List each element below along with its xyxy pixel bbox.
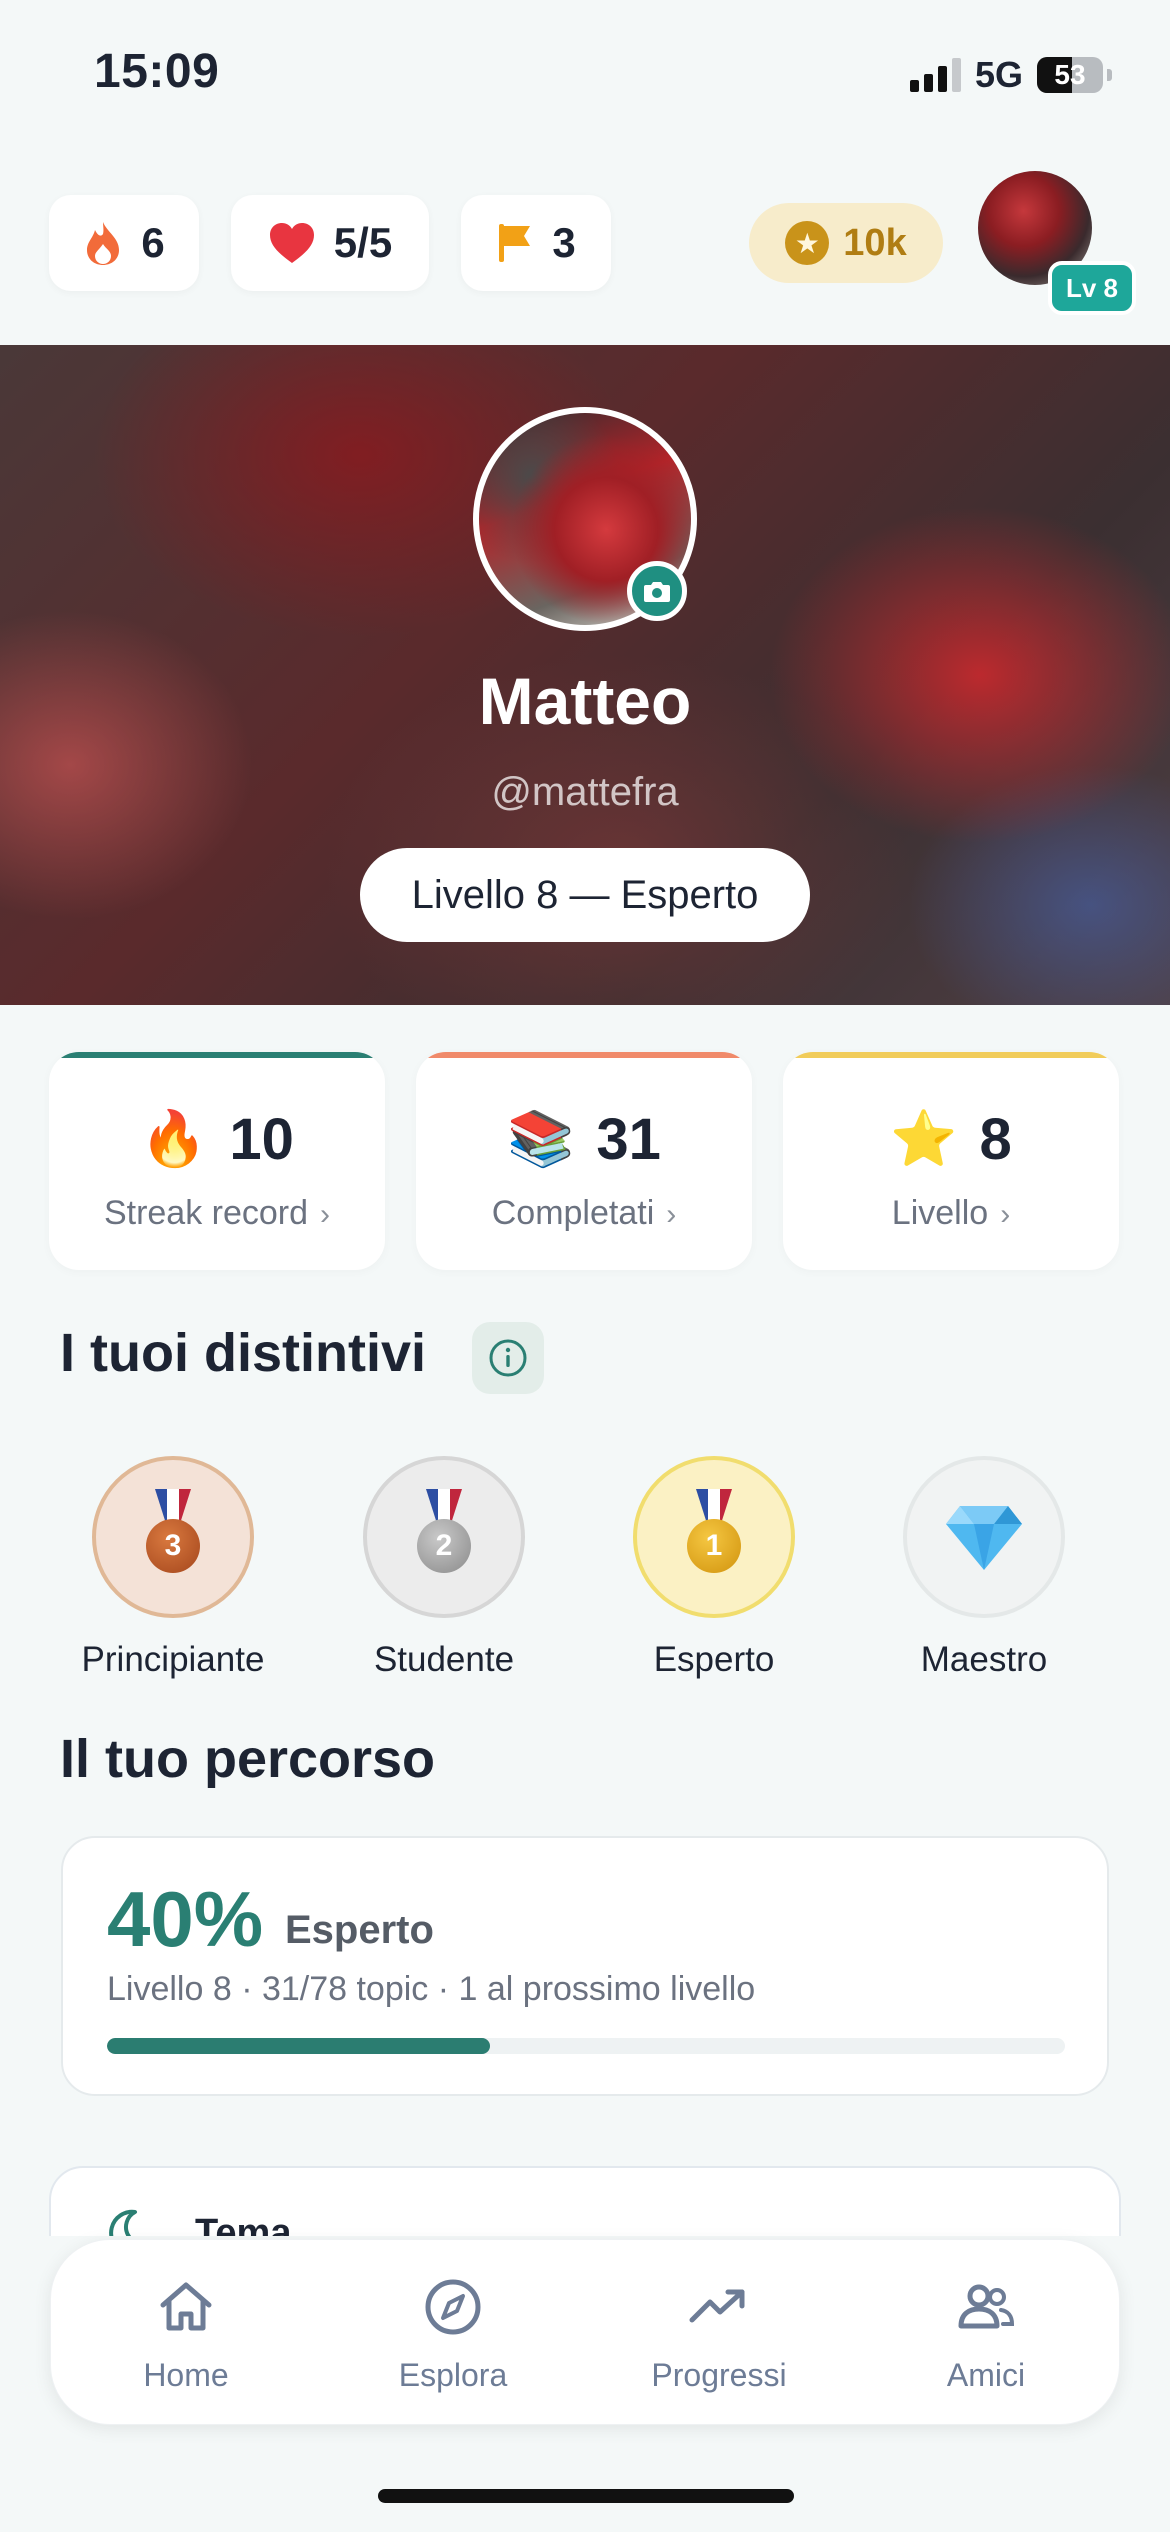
level-value: 8 [979, 1107, 1012, 1172]
status-time: 15:09 [94, 45, 220, 98]
hearts-chip[interactable]: 5/5 [231, 195, 429, 291]
level-badge: Lv 8 [1048, 261, 1136, 315]
cellular-signal-icon [909, 58, 961, 92]
card-label-row: Completati › [416, 1194, 752, 1233]
tab-label: Home [143, 2357, 229, 2393]
gold-medal-icon: 1 [679, 1489, 749, 1585]
profile-name: Matteo [478, 664, 692, 738]
journey-progress-fill [107, 2038, 491, 2054]
streak-chip[interactable]: 6 [49, 195, 199, 291]
bottom-tab-bar: Home Esplora Progressi Amici [50, 2239, 1120, 2425]
chevron-right-icon: › [666, 1198, 677, 1231]
level-card[interactable]: ⭐ 8 Livello › [783, 1052, 1119, 1270]
completed-label: Completati [491, 1194, 655, 1232]
flags-count: 3 [552, 219, 576, 266]
streak-record-label: Streak record [103, 1194, 309, 1232]
battery-percent: 53 [1054, 59, 1086, 90]
tab-esplora[interactable]: Esplora [343, 2276, 563, 2394]
home-icon [160, 2282, 212, 2331]
streak-record-card[interactable]: 🔥 10 Streak record › [49, 1052, 385, 1270]
chevron-right-icon: › [320, 1198, 331, 1231]
medal-number: 2 [417, 1519, 471, 1573]
books-icon: 📚 [507, 1109, 575, 1169]
medal-number: 1 [687, 1519, 741, 1573]
trend-up-icon [689, 2289, 745, 2323]
tab-home[interactable]: Home [76, 2276, 296, 2394]
camera-icon [644, 582, 670, 602]
network-type: 5G [974, 54, 1023, 95]
profile-header: Matteo @mattefra Livello 8 — Esperto [0, 345, 1170, 1005]
battery-icon: 53 [1037, 57, 1103, 93]
tab-progressi[interactable]: Progressi [609, 2276, 829, 2394]
flame-icon [87, 222, 120, 265]
profile-handle: @mattefra [491, 770, 679, 814]
badge-name: Esperto [653, 1640, 775, 1679]
badge-name: Studente [373, 1640, 515, 1679]
coins-pill[interactable]: ★ 10k [749, 203, 943, 283]
level-pill: Livello 8 — Esperto [360, 848, 810, 942]
home-indicator[interactable] [378, 2489, 794, 2503]
card-accent [416, 1052, 752, 1058]
badge-circle: 3 [92, 1456, 254, 1618]
heart-icon [269, 223, 314, 263]
completed-value: 31 [596, 1107, 661, 1172]
streak-count: 6 [141, 219, 165, 266]
badge-circle [903, 1456, 1065, 1618]
card-label-row: Livello › [783, 1194, 1119, 1233]
badge-esperto[interactable]: 1 Esperto [609, 1456, 819, 1680]
journey-card[interactable]: 40% Esperto Livello 8 · 31/78 topic · 1 … [61, 1836, 1109, 2096]
badge-name: Principiante [81, 1640, 265, 1679]
diamond-icon [946, 1506, 1022, 1570]
card-value-row: 📚 31 [416, 1106, 752, 1173]
tab-label: Esplora [398, 2357, 508, 2393]
info-icon [489, 1339, 527, 1377]
streak-record-value: 10 [229, 1107, 294, 1172]
medal-number: 3 [146, 1519, 200, 1573]
users-icon [958, 2284, 1015, 2329]
card-accent [783, 1052, 1119, 1058]
tab-amici[interactable]: Amici [876, 2276, 1096, 2394]
badge-maestro[interactable]: Maestro [879, 1456, 1089, 1680]
profile-screen: 15:09 5G 53 6 5/5 3 ★ 10k Lv 8 Matteo @m… [0, 0, 1170, 2532]
journey-tier: Esperto [285, 1908, 434, 1952]
silver-medal-icon: 2 [409, 1489, 479, 1585]
status-indicators: 5G 53 [909, 54, 1112, 96]
star-icon: ⭐ [890, 1109, 958, 1169]
star-coin-icon: ★ [785, 221, 830, 265]
card-label-row: Streak record › [49, 1194, 385, 1233]
tab-label: Progressi [651, 2357, 787, 2393]
chevron-right-icon: › [1000, 1198, 1011, 1231]
tab-label: Amici [946, 2357, 1026, 2393]
journey-percent: 40% [107, 1875, 264, 1963]
flags-chip[interactable]: 3 [461, 195, 611, 291]
change-photo-button[interactable] [627, 561, 687, 621]
badge-principiante[interactable]: 3 Principiante [68, 1456, 278, 1680]
level-label: Livello [891, 1194, 989, 1232]
badge-circle: 2 [363, 1456, 525, 1618]
status-bar: 15:09 5G 53 [0, 0, 1170, 150]
coins-count: 10k [843, 221, 907, 264]
flag-icon [499, 224, 531, 262]
fire-icon: 🔥 [140, 1109, 208, 1169]
badge-studente[interactable]: 2 Studente [339, 1456, 549, 1680]
badge-circle: 1 [633, 1456, 795, 1618]
badge-name: Maestro [920, 1640, 1048, 1679]
bronze-medal-icon: 3 [138, 1489, 208, 1585]
journey-progress-bar [107, 2038, 1065, 2054]
badges-title: I tuoi distintivi [60, 1323, 426, 1383]
badges-info-button[interactable] [472, 1322, 544, 1394]
card-accent [49, 1052, 385, 1058]
hearts-count: 5/5 [333, 219, 393, 266]
compass-icon [425, 2279, 481, 2335]
journey-subtitle: Livello 8 · 31/78 topic · 1 al prossimo … [107, 1970, 756, 2008]
journey-title: Il tuo percorso [60, 1729, 436, 1789]
battery-tip [1107, 69, 1112, 81]
card-value-row: 🔥 10 [49, 1106, 385, 1173]
completed-card[interactable]: 📚 31 Completati › [416, 1052, 752, 1270]
card-value-row: ⭐ 8 [783, 1106, 1119, 1173]
